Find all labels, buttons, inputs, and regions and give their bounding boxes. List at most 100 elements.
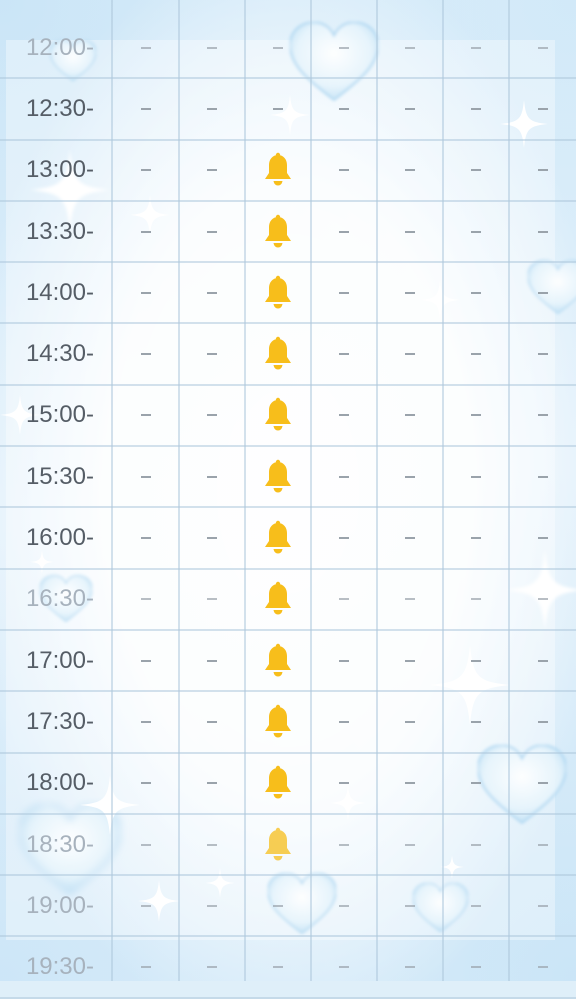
slot-cell-unavailable[interactable] (112, 18, 179, 77)
slot-cell-unavailable[interactable] (311, 18, 377, 77)
slot-cell-unavailable[interactable] (179, 447, 245, 506)
slot-cell-unavailable[interactable] (443, 754, 509, 813)
slot-cell-unavailable[interactable] (311, 141, 377, 200)
slot-cell-unavailable[interactable] (443, 386, 509, 445)
slot-cell-available[interactable] (245, 202, 311, 261)
slot-cell-unavailable[interactable] (509, 79, 576, 138)
slot-cell-unavailable[interactable] (377, 570, 443, 629)
slot-cell-unavailable[interactable] (443, 938, 509, 997)
slot-cell-unavailable[interactable] (311, 202, 377, 261)
slot-cell-unavailable[interactable] (509, 447, 576, 506)
slot-cell-unavailable[interactable] (179, 141, 245, 200)
slot-cell-unavailable[interactable] (377, 141, 443, 200)
slot-cell-unavailable[interactable] (509, 508, 576, 567)
slot-cell-unavailable[interactable] (311, 876, 377, 935)
slot-cell-unavailable[interactable] (179, 325, 245, 384)
slot-cell-unavailable[interactable] (377, 692, 443, 751)
slot-cell-unavailable[interactable] (179, 202, 245, 261)
slot-cell-unavailable[interactable] (377, 815, 443, 874)
slot-cell-unavailable[interactable] (443, 570, 509, 629)
slot-cell-unavailable[interactable] (377, 508, 443, 567)
slot-cell-unavailable[interactable] (509, 202, 576, 261)
slot-cell-unavailable[interactable] (179, 18, 245, 77)
slot-cell-unavailable[interactable] (112, 79, 179, 138)
slot-cell-unavailable[interactable] (311, 754, 377, 813)
slot-cell-available[interactable] (245, 692, 311, 751)
slot-cell-unavailable[interactable] (112, 692, 179, 751)
slot-cell-unavailable[interactable] (377, 18, 443, 77)
slot-cell-unavailable[interactable] (509, 570, 576, 629)
slot-cell-unavailable[interactable] (377, 202, 443, 261)
slot-cell-unavailable[interactable] (443, 79, 509, 138)
slot-cell-unavailable[interactable] (509, 692, 576, 751)
slot-cell-unavailable[interactable] (509, 263, 576, 322)
slot-cell-available[interactable] (245, 141, 311, 200)
slot-cell-unavailable[interactable] (377, 325, 443, 384)
slot-cell-available[interactable] (245, 447, 311, 506)
slot-cell-unavailable[interactable] (112, 263, 179, 322)
slot-cell-unavailable[interactable] (509, 325, 576, 384)
slot-cell-unavailable[interactable] (179, 754, 245, 813)
slot-cell-available[interactable] (245, 325, 311, 384)
slot-cell-unavailable[interactable] (509, 18, 576, 77)
slot-cell-available[interactable] (245, 386, 311, 445)
slot-cell-unavailable[interactable] (112, 754, 179, 813)
slot-cell-unavailable[interactable] (509, 938, 576, 997)
slot-cell-unavailable[interactable] (377, 631, 443, 690)
slot-cell-unavailable[interactable] (377, 79, 443, 138)
slot-cell-unavailable[interactable] (443, 447, 509, 506)
slot-cell-unavailable[interactable] (179, 386, 245, 445)
slot-cell-unavailable[interactable] (112, 876, 179, 935)
slot-cell-unavailable[interactable] (509, 754, 576, 813)
slot-cell-unavailable[interactable] (509, 876, 576, 935)
slot-cell-available[interactable] (245, 631, 311, 690)
slot-cell-unavailable[interactable] (377, 447, 443, 506)
slot-cell-unavailable[interactable] (179, 570, 245, 629)
slot-cell-unavailable[interactable] (311, 325, 377, 384)
slot-cell-unavailable[interactable] (443, 508, 509, 567)
slot-cell-unavailable[interactable] (509, 815, 576, 874)
slot-cell-unavailable[interactable] (112, 815, 179, 874)
slot-cell-available[interactable] (245, 263, 311, 322)
slot-cell-unavailable[interactable] (311, 631, 377, 690)
slot-cell-unavailable[interactable] (112, 508, 179, 567)
slot-cell-unavailable[interactable] (443, 876, 509, 935)
slot-cell-available[interactable] (245, 754, 311, 813)
slot-cell-unavailable[interactable] (443, 692, 509, 751)
slot-cell-unavailable[interactable] (509, 141, 576, 200)
slot-cell-available[interactable] (245, 508, 311, 567)
slot-cell-unavailable[interactable] (112, 570, 179, 629)
slot-cell-unavailable[interactable] (443, 815, 509, 874)
slot-cell-unavailable[interactable] (179, 508, 245, 567)
slot-cell-unavailable[interactable] (112, 938, 179, 997)
slot-cell-unavailable[interactable] (245, 938, 311, 997)
slot-cell-unavailable[interactable] (443, 263, 509, 322)
slot-cell-unavailable[interactable] (443, 141, 509, 200)
slot-cell-unavailable[interactable] (377, 263, 443, 322)
slot-cell-unavailable[interactable] (443, 18, 509, 77)
slot-cell-unavailable[interactable] (377, 754, 443, 813)
slot-cell-unavailable[interactable] (179, 79, 245, 138)
slot-cell-unavailable[interactable] (311, 815, 377, 874)
slot-cell-unavailable[interactable] (443, 325, 509, 384)
slot-cell-unavailable[interactable] (311, 508, 377, 567)
slot-cell-unavailable[interactable] (112, 631, 179, 690)
slot-cell-unavailable[interactable] (311, 692, 377, 751)
slot-cell-unavailable[interactable] (311, 938, 377, 997)
slot-cell-unavailable[interactable] (179, 876, 245, 935)
slot-cell-unavailable[interactable] (245, 876, 311, 935)
slot-cell-unavailable[interactable] (443, 202, 509, 261)
slot-cell-unavailable[interactable] (179, 631, 245, 690)
slot-cell-unavailable[interactable] (377, 386, 443, 445)
slot-cell-unavailable[interactable] (179, 263, 245, 322)
slot-cell-unavailable[interactable] (311, 570, 377, 629)
slot-cell-unavailable[interactable] (179, 815, 245, 874)
slot-cell-unavailable[interactable] (377, 938, 443, 997)
slot-cell-unavailable[interactable] (112, 202, 179, 261)
slot-cell-unavailable[interactable] (245, 18, 311, 77)
slot-cell-unavailable[interactable] (311, 386, 377, 445)
slot-cell-unavailable[interactable] (311, 79, 377, 138)
slot-cell-unavailable[interactable] (112, 325, 179, 384)
slot-cell-unavailable[interactable] (509, 631, 576, 690)
slot-cell-unavailable[interactable] (311, 263, 377, 322)
